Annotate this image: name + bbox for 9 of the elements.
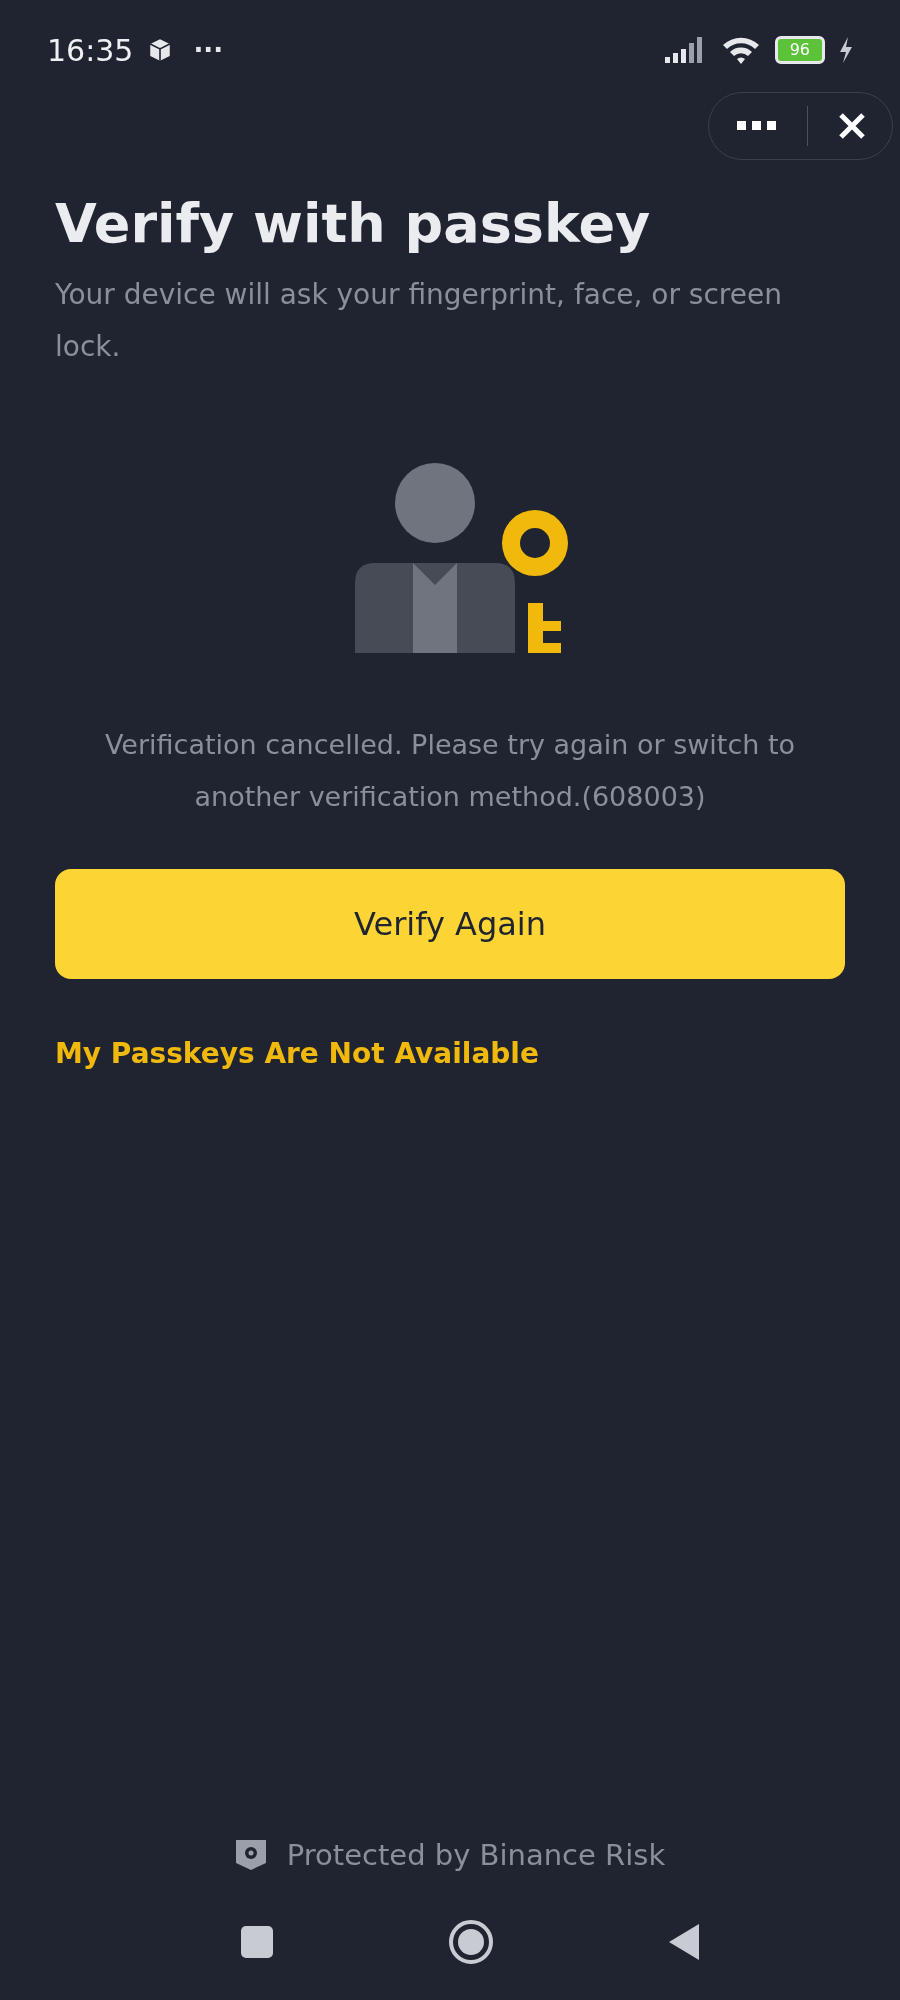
footer-text: Protected by Binance Risk — [286, 1838, 666, 1872]
page-title: Verify with passkey — [55, 192, 652, 257]
battery-level: 96 — [774, 36, 825, 64]
page-subtitle: Your device will ask your fingerprint, face, or screen lock. — [55, 276, 783, 365]
passkeys-unavailable-link[interactable]: My Passkeys Are Not Available — [55, 1036, 539, 1070]
error-message: Verification cancelled. Please try again or switch to another verification method.(608003) — [103, 727, 797, 814]
status-time: 16:35 — [47, 32, 134, 68]
verify-again-button[interactable]: Verify Again — [55, 868, 845, 979]
notification-dots: ··· — [193, 35, 224, 65]
